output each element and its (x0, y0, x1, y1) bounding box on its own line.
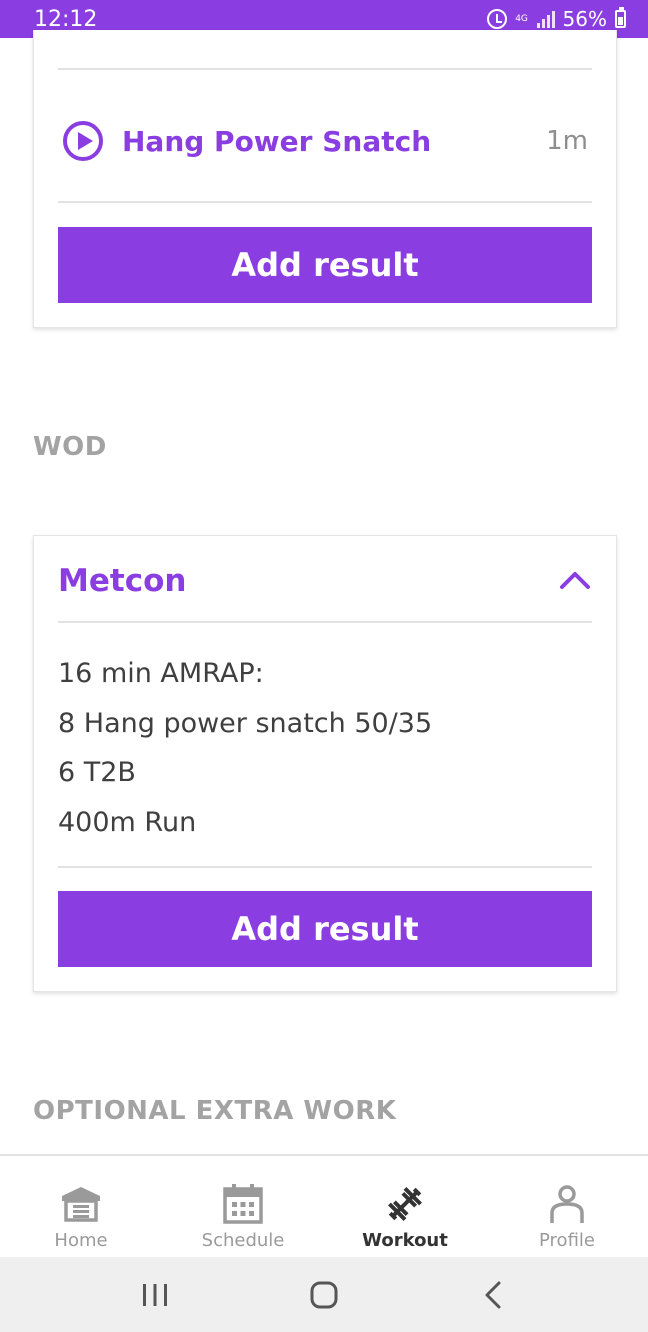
recent-apps-icon[interactable] (141, 1282, 169, 1308)
nav-label-schedule: Schedule (201, 1230, 285, 1251)
nav-item-schedule[interactable]: Schedule (162, 1156, 324, 1257)
movement-name[interactable]: Hang Power Snatch (122, 125, 546, 158)
divider (58, 621, 592, 623)
back-icon[interactable] (482, 1280, 504, 1310)
back-button[interactable] (463, 1265, 523, 1325)
battery-icon (615, 7, 626, 28)
status-time: 12:12 (34, 6, 98, 32)
workout-line: 8 Hang power snatch 50/35 (58, 707, 433, 739)
system-nav-bar (0, 1257, 648, 1332)
dumbbell-icon[interactable] (383, 1182, 427, 1226)
status-icons: 4G 56% (486, 7, 626, 31)
battery-percent: 56% (562, 7, 607, 31)
chevron-up-icon[interactable] (558, 564, 592, 598)
movement-duration: 1m (546, 126, 588, 156)
metcon-card: Metcon 16 min AMRAP: 8 Hang power snatch… (33, 535, 617, 992)
workout-line: 400m Run (58, 806, 197, 838)
metcon-title: Metcon (58, 563, 187, 599)
section-label-wod: WOD (33, 432, 107, 462)
network-type: 4G (515, 13, 528, 24)
nav-item-profile[interactable]: Profile (486, 1156, 648, 1257)
nav-item-workout[interactable]: Workout (324, 1156, 486, 1257)
recent-apps-button[interactable] (125, 1265, 185, 1325)
divider (58, 201, 592, 203)
workout-line: 16 min AMRAP: (58, 658, 264, 689)
home-button[interactable] (294, 1265, 354, 1325)
alarm-icon (486, 9, 507, 29)
add-result-button[interactable]: Add result (58, 891, 592, 967)
divider (58, 866, 592, 868)
add-result-button[interactable]: Add result (58, 227, 592, 303)
movement-row[interactable]: Hang Power Snatch 1m (62, 114, 588, 168)
divider (58, 68, 592, 70)
metcon-header[interactable]: Metcon (58, 558, 592, 604)
top-card: Hang Power Snatch 1m Add result (33, 30, 617, 328)
nav-item-home[interactable]: Home (0, 1156, 162, 1257)
workout-line: 6 T2B (58, 757, 136, 788)
section-label-optional: OPTIONAL EXTRA WORK (33, 1096, 397, 1126)
home-icon[interactable] (59, 1182, 103, 1226)
play-icon[interactable] (62, 120, 104, 162)
nav-label-profile: Profile (539, 1230, 595, 1251)
calendar-icon[interactable] (221, 1182, 265, 1226)
nav-label-home: Home (54, 1230, 108, 1251)
nav-label-workout: Workout (362, 1230, 448, 1251)
workout-description: 16 min AMRAP: 8 Hang power snatch 50/35 … (58, 649, 592, 847)
bottom-nav: Home Schedule Workout Profile (0, 1154, 648, 1257)
signal-icon (536, 10, 555, 28)
person-icon[interactable] (545, 1182, 589, 1226)
home-circle-icon[interactable] (309, 1280, 339, 1310)
